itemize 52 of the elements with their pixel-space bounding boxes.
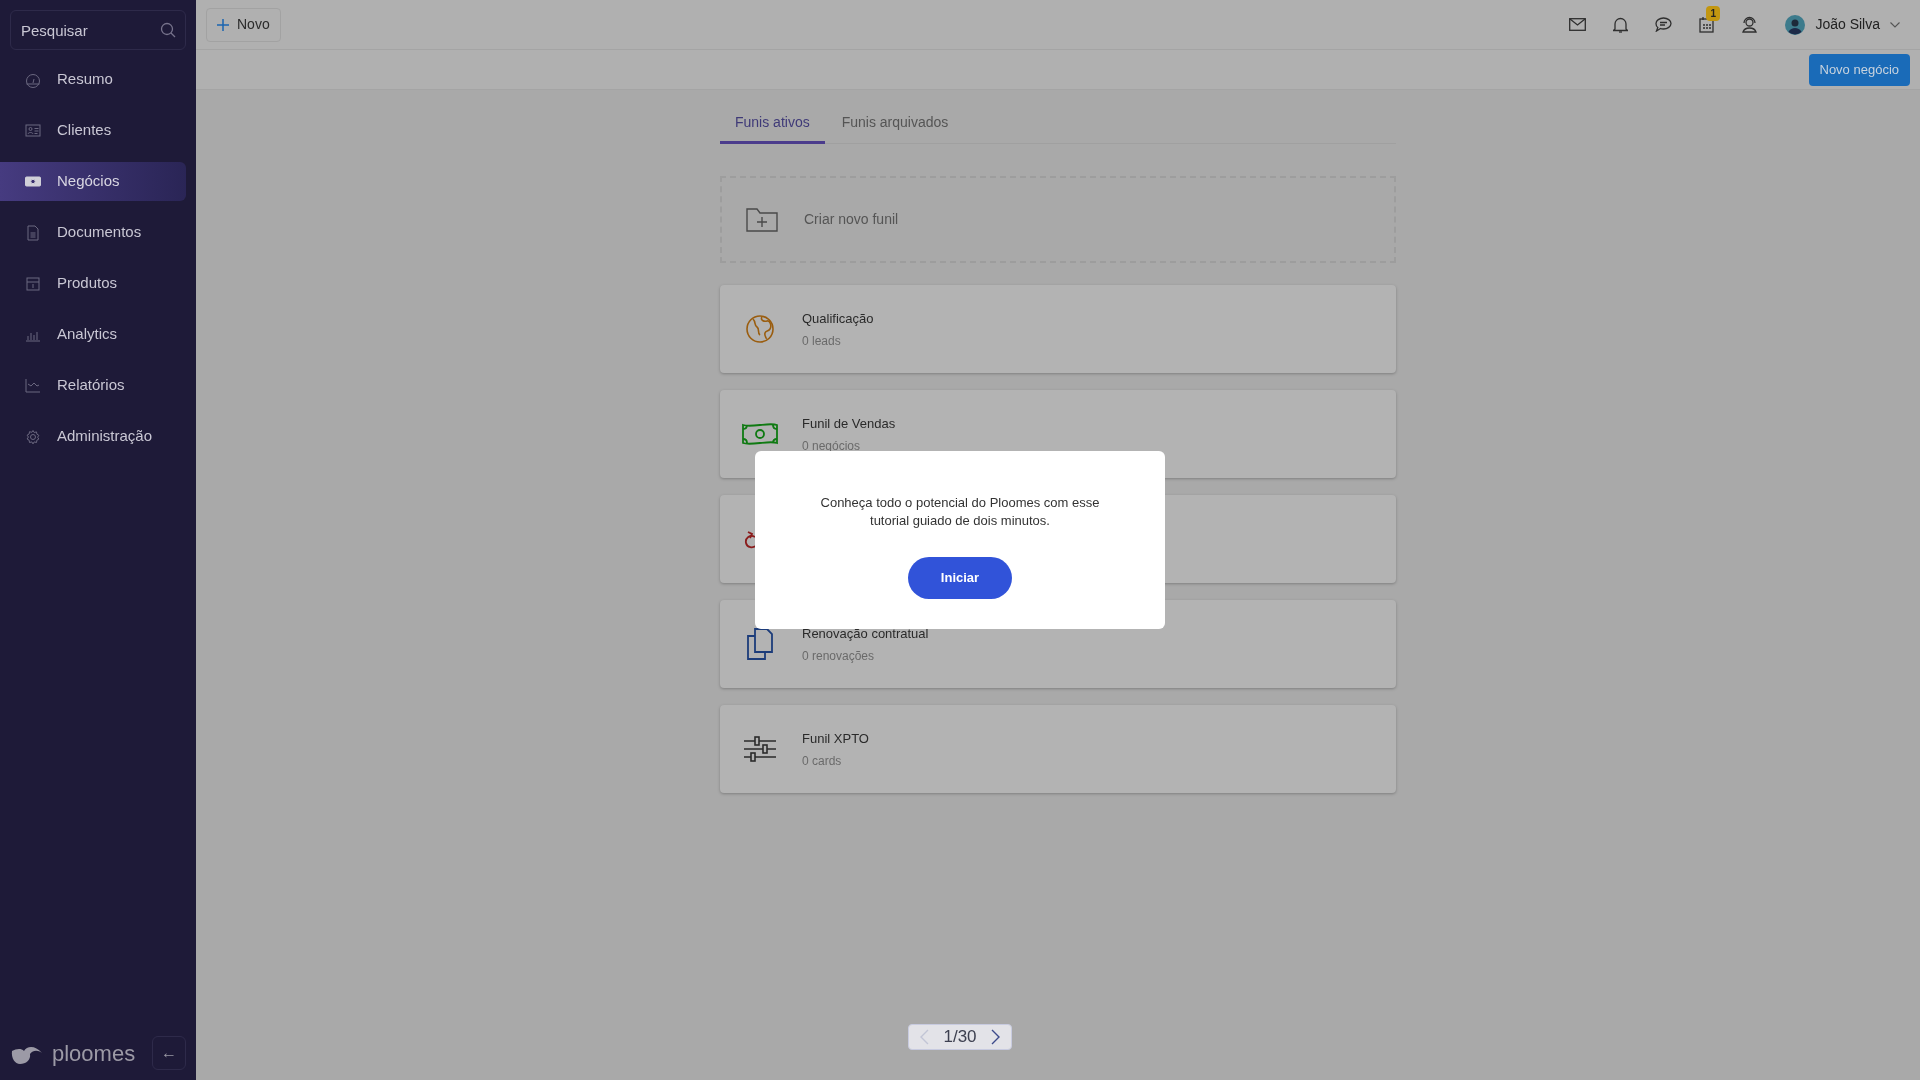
- sidebar-item[interactable]: Documentos: [0, 213, 186, 252]
- chat-icon[interactable]: [1655, 17, 1673, 32]
- globe-icon: [745, 314, 775, 344]
- logo-text: ploomes: [52, 1039, 136, 1068]
- search-field[interactable]: Pesquisar: [10, 10, 186, 50]
- plus-icon: [217, 18, 229, 31]
- sidebar-item[interactable]: Relatórios: [0, 366, 186, 405]
- nav-icon: [25, 428, 41, 445]
- documents-icon: [746, 628, 774, 660]
- funnel-count: 0 negócios: [802, 437, 862, 455]
- new-button[interactable]: Novo: [206, 7, 281, 42]
- collapse-button[interactable]: ←: [152, 1036, 186, 1070]
- chevron-down-icon[interactable]: [1890, 21, 1900, 28]
- calendar-icon[interactable]: [1699, 16, 1715, 33]
- folder-plus-icon: [746, 207, 778, 232]
- funnel-title: Qualificação: [802, 310, 874, 329]
- funnel-count: 0 cards: [802, 752, 843, 770]
- nav-icon: [25, 275, 41, 292]
- tab[interactable]: Funis ativos: [720, 104, 825, 144]
- dialog-message: Conheça todo o potencial do Ploomes com esse tutorial guiado de dois minutos.: [819, 494, 1101, 530]
- refresh-icon: [744, 529, 756, 549]
- nav-icon: [25, 71, 41, 88]
- nav-icon: [25, 122, 41, 139]
- funnel-title: Funil XPTO: [802, 730, 869, 749]
- create-funnel-label: Criar novo funil: [804, 210, 899, 229]
- funnel-title: Renovação contratual: [802, 625, 929, 644]
- new-deal-button[interactable]: Novo negócio: [1808, 53, 1910, 86]
- nav-icon: [25, 377, 41, 394]
- page-counter: 1/30: [943, 1026, 977, 1049]
- nav-icon: [25, 173, 41, 190]
- funnel-count: 0 renovações: [802, 647, 876, 665]
- sidebar-item[interactable]: Negócios: [0, 162, 186, 201]
- search-icon: [160, 22, 176, 38]
- sidebar-item[interactable]: Clientes: [0, 111, 186, 150]
- sidebar-item[interactable]: Produtos: [0, 264, 186, 303]
- banknote-icon: [741, 421, 779, 447]
- bell-icon[interactable]: [1613, 16, 1629, 33]
- sidebar-item[interactable]: Administração: [0, 417, 186, 456]
- funnel-title: Funil de Vendas: [802, 415, 896, 434]
- sidebar-item[interactable]: Resumo: [0, 60, 186, 99]
- sidebar-item[interactable]: Analytics: [0, 315, 186, 354]
- mail-icon[interactable]: [1569, 18, 1587, 31]
- avatar-icon[interactable]: [1785, 14, 1806, 35]
- notification-badge: 1: [1706, 6, 1720, 21]
- start-button[interactable]: Iniciar: [908, 557, 1012, 599]
- funnel-count: 0 leads: [802, 332, 842, 350]
- funnel-card[interactable]: Funil XPTO 0 cards: [720, 705, 1396, 793]
- nav-icon: [25, 224, 41, 241]
- sliders-icon: [744, 736, 776, 762]
- user-name[interactable]: João Silva: [1815, 14, 1880, 35]
- funnel-card[interactable]: Qualificação 0 leads: [720, 285, 1396, 373]
- headset-icon[interactable]: [1741, 16, 1759, 33]
